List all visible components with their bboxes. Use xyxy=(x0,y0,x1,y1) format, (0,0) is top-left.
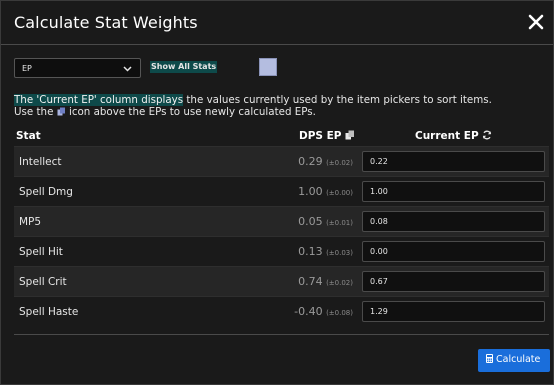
dps-error: (±0.03) xyxy=(326,249,353,257)
copy-icon xyxy=(57,107,66,116)
stat-name: Spell Crit xyxy=(19,276,67,288)
table-row: Spell Haste -0.40 (±0.08) xyxy=(14,296,549,326)
footer-divider xyxy=(14,334,549,335)
chevron-down-icon xyxy=(123,65,132,72)
show-all-stats-toggle[interactable]: Show All Stats xyxy=(150,61,218,73)
calculate-stat-weights-modal: Calculate Stat Weights EP Show All Stats… xyxy=(0,0,554,385)
dps-value: -0.40 xyxy=(294,305,323,318)
stat-name: MP5 xyxy=(19,216,42,228)
ep-type-select[interactable]: EP xyxy=(14,58,141,78)
ep-select-value: EP xyxy=(22,64,32,73)
dps-error: (±0.00) xyxy=(326,189,353,197)
calculate-button[interactable]: Calculate xyxy=(478,349,550,372)
stat-name: Spell Hit xyxy=(19,246,63,258)
stat-name: Spell Dmg xyxy=(19,186,73,198)
current-ep-input[interactable] xyxy=(362,301,545,322)
dps-value: 1.00 xyxy=(298,185,323,198)
dps-value: 0.29 xyxy=(298,155,323,168)
color-swatch[interactable] xyxy=(259,58,277,76)
table-row: Spell Dmg 1.00 (±0.00) xyxy=(14,176,549,206)
info-line1-rest: the values currently used by the item pi… xyxy=(183,94,492,106)
dps-value: 0.05 xyxy=(298,215,323,228)
table-row: Intellect 0.29 (±0.02) xyxy=(14,146,549,176)
dps-ep-value: -0.40 (±0.08) xyxy=(294,305,353,318)
header-current-label: Current EP xyxy=(415,130,479,142)
refresh-icon[interactable] xyxy=(482,130,492,140)
copy-icon[interactable] xyxy=(345,130,355,140)
dps-error: (±0.02) xyxy=(326,159,353,167)
dps-ep-value: 0.74 (±0.02) xyxy=(298,275,353,288)
dps-value: 0.13 xyxy=(298,245,323,258)
dps-ep-value: 0.13 (±0.03) xyxy=(298,245,353,258)
stat-table: Intellect 0.29 (±0.02) Spell Dmg 1.00 (±… xyxy=(14,146,549,326)
header-dps-label: DPS EP xyxy=(299,130,342,142)
dps-ep-value: 0.05 (±0.01) xyxy=(298,215,353,228)
calculator-icon xyxy=(486,354,493,363)
info-line2-post: icon above the EPs to use newly calculat… xyxy=(65,105,316,118)
current-ep-input[interactable] xyxy=(362,181,545,202)
current-ep-input[interactable] xyxy=(362,241,545,262)
close-icon[interactable] xyxy=(525,11,547,33)
dps-ep-value: 0.29 (±0.02) xyxy=(298,155,353,168)
dps-error: (±0.01) xyxy=(326,219,353,227)
dps-error: (±0.02) xyxy=(326,279,353,287)
modal-header: Calculate Stat Weights xyxy=(1,1,553,45)
table-row: Spell Crit 0.74 (±0.02) xyxy=(14,266,549,296)
dps-error: (±0.08) xyxy=(326,309,353,317)
header-stat: Stat xyxy=(16,130,41,142)
stat-name: Intellect xyxy=(19,156,62,168)
table-row: MP5 0.05 (±0.01) xyxy=(14,206,549,236)
current-ep-input[interactable] xyxy=(362,151,545,172)
stat-name: Spell Haste xyxy=(19,306,79,318)
calculate-label: Calculate xyxy=(496,354,541,365)
info-highlight: The 'Current EP' column displays xyxy=(14,94,184,106)
modal-title: Calculate Stat Weights xyxy=(14,13,198,32)
dps-ep-value: 1.00 (±0.00) xyxy=(298,185,353,198)
info-line2-pre: Use the xyxy=(14,105,57,118)
header-current-ep: Current EP xyxy=(415,130,492,142)
current-ep-input[interactable] xyxy=(362,211,545,232)
table-row: Spell Hit 0.13 (±0.03) xyxy=(14,236,549,266)
current-ep-input[interactable] xyxy=(362,271,545,292)
header-dps-ep: DPS EP xyxy=(299,130,355,142)
dps-value: 0.74 xyxy=(298,275,323,288)
info-text: The 'Current EP' column displays the val… xyxy=(14,94,492,118)
